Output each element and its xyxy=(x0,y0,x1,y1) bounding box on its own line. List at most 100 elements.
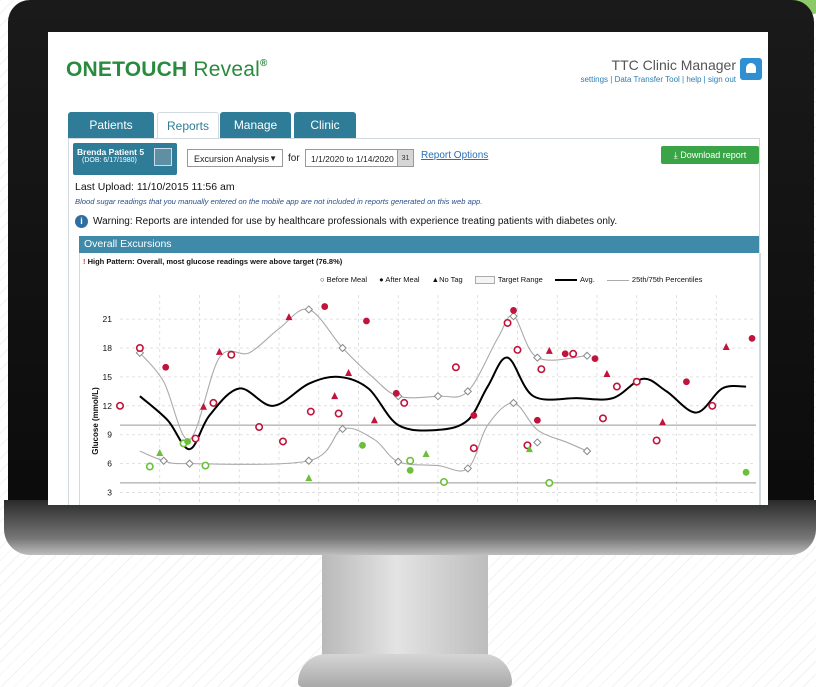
tab-manage-clinic[interactable]: Manage Clinic xyxy=(220,112,291,158)
high-pattern-message: ! High Pattern: Overall, most glucose re… xyxy=(83,257,342,266)
y-tick-label: 6 xyxy=(107,459,112,469)
after-meal-point xyxy=(748,334,756,342)
patient-selector[interactable]: Brenda Patient 5 (DOB: 6/17/1980) xyxy=(73,143,177,175)
after-meal-point xyxy=(561,350,569,358)
after-meal-open-point xyxy=(334,409,343,418)
before-meal-point xyxy=(185,459,194,468)
after-meal-point xyxy=(591,355,599,362)
before-meal-point xyxy=(159,456,168,465)
after-meal-open-point xyxy=(569,349,578,358)
y-tick-label: 9 xyxy=(107,430,112,440)
monitor-chin xyxy=(4,500,816,555)
after-meal-open-point xyxy=(632,377,641,386)
excursion-chart-frame: ! High Pattern: Overall, most glucose re… xyxy=(79,253,761,505)
account-name: TTC Clinic Manager xyxy=(611,57,736,73)
after-meal-open-point xyxy=(278,437,287,446)
download-label: Download report xyxy=(680,150,747,160)
legend-after-meal: ● After Meal xyxy=(379,275,420,284)
app-logo[interactable]: ONETOUCH Reveal® xyxy=(66,58,268,82)
after-meal-open-point xyxy=(469,444,478,453)
after-meal-open-point xyxy=(612,382,621,391)
y-tick-label: 18 xyxy=(103,343,113,353)
before-meal-point xyxy=(433,391,443,401)
warning-message: i Warning: Reports are intended for use b… xyxy=(75,215,617,228)
low-triangle-point xyxy=(422,450,430,457)
y-tick-label: 12 xyxy=(103,401,113,411)
after-meal-point xyxy=(533,416,541,424)
after-meal-open-point xyxy=(513,345,522,354)
no-tag-point xyxy=(345,369,353,377)
after-meal-open-point xyxy=(451,363,460,372)
manual-entry-disclaimer: Blood sugar readings that you manually e… xyxy=(75,197,483,206)
after-meal-open-point xyxy=(400,398,409,407)
reports-panel: Brenda Patient 5 (DOB: 6/17/1980) Excurs… xyxy=(68,138,761,505)
section-title: Overall Excursions xyxy=(79,236,759,253)
low-open-point xyxy=(406,456,415,465)
after-meal-point xyxy=(683,378,690,386)
chart-legend: ○ Before Meal ● After Meal ▲No Tag Targe… xyxy=(320,275,712,285)
after-meal-point xyxy=(510,307,517,314)
before-meal-point xyxy=(338,424,347,434)
download-report-button[interactable]: ⤓ Download report xyxy=(661,146,759,164)
no-tag-point xyxy=(331,392,339,400)
for-label: for xyxy=(288,153,300,164)
after-meal-open-point xyxy=(135,343,144,352)
low-open-point xyxy=(145,462,154,471)
no-tag-point xyxy=(199,402,207,410)
y-tick-label: 3 xyxy=(107,488,112,498)
tab-patients[interactable]: Patients xyxy=(68,112,154,138)
after-meal-open-point xyxy=(652,436,661,445)
legend-before-meal: ○ Before Meal xyxy=(320,275,368,284)
pattern-text: High Pattern: Overall, most glucose read… xyxy=(87,257,343,266)
after-meal-point xyxy=(470,412,478,419)
y-tick-label: 21 xyxy=(103,314,113,324)
before-meal-point xyxy=(582,446,592,456)
legend-percentiles: 25th/75th Percentiles xyxy=(606,275,702,284)
glucose-scatter-chart: 3 6 9 12 15 18 21 Glucose (mmol/L) xyxy=(91,295,756,505)
low-triangle-point xyxy=(305,474,313,482)
tab-clinic-users[interactable]: Clinic Users xyxy=(294,112,356,158)
account-links[interactable]: settings | Data Transfer Tool | help | s… xyxy=(580,75,736,84)
account-area: TTC Clinic Manager settings | Data Trans… xyxy=(580,57,736,84)
after-meal-open-point xyxy=(306,407,315,416)
percentile-25-line xyxy=(139,402,588,472)
app-screen: ONETOUCH Reveal® TTC Clinic Manager sett… xyxy=(48,32,768,505)
patient-name: Brenda Patient 5 xyxy=(77,147,145,157)
average-line xyxy=(139,356,747,451)
low-triangle-point xyxy=(156,449,164,457)
before-meal-point xyxy=(582,351,592,360)
date-range-field[interactable]: 1/1/2020 to 1/14/2020 xyxy=(305,149,401,167)
no-tag-point xyxy=(603,370,611,378)
low-filled-point xyxy=(742,468,750,476)
after-meal-point xyxy=(363,317,370,325)
monitor-stand xyxy=(322,555,488,667)
report-type-select[interactable]: Excursion Analysis ▼ xyxy=(187,149,283,167)
low-filled-point xyxy=(359,441,366,449)
legend-no-tag: ▲No Tag xyxy=(431,275,463,284)
after-meal-open-point xyxy=(598,414,607,423)
after-meal-open-point xyxy=(227,350,236,359)
low-filled-point xyxy=(406,466,414,474)
before-meal-point xyxy=(509,398,518,408)
low-filled-point xyxy=(184,438,191,445)
after-meal-open-point xyxy=(255,423,264,432)
after-meal-open-point xyxy=(209,398,218,407)
last-upload-text: Last Upload: 11/10/2015 11:56 am xyxy=(75,181,235,193)
before-meal-point xyxy=(304,305,314,314)
no-tag-point xyxy=(215,347,223,355)
logo-trademark: ® xyxy=(260,58,268,69)
report-type-value: Excursion Analysis xyxy=(194,154,270,164)
tab-reports[interactable]: Reports xyxy=(157,112,219,139)
report-options-link[interactable]: Report Options xyxy=(421,150,488,161)
logo-brand: ONETOUCH xyxy=(66,58,188,81)
chevron-down-icon: ▼ xyxy=(269,154,277,163)
legend-avg: Avg. xyxy=(554,275,595,284)
after-meal-open-point xyxy=(537,365,546,374)
patient-avatar-icon xyxy=(154,148,172,166)
before-meal-point xyxy=(533,438,542,447)
calendar-icon[interactable]: 31 xyxy=(397,149,414,167)
after-meal-open-point xyxy=(115,401,124,410)
notification-bell-icon[interactable] xyxy=(740,58,762,80)
y-axis-label: Glucose (mmol/L) xyxy=(91,387,100,455)
patient-dob: (DOB: 6/17/1980) xyxy=(82,157,137,164)
